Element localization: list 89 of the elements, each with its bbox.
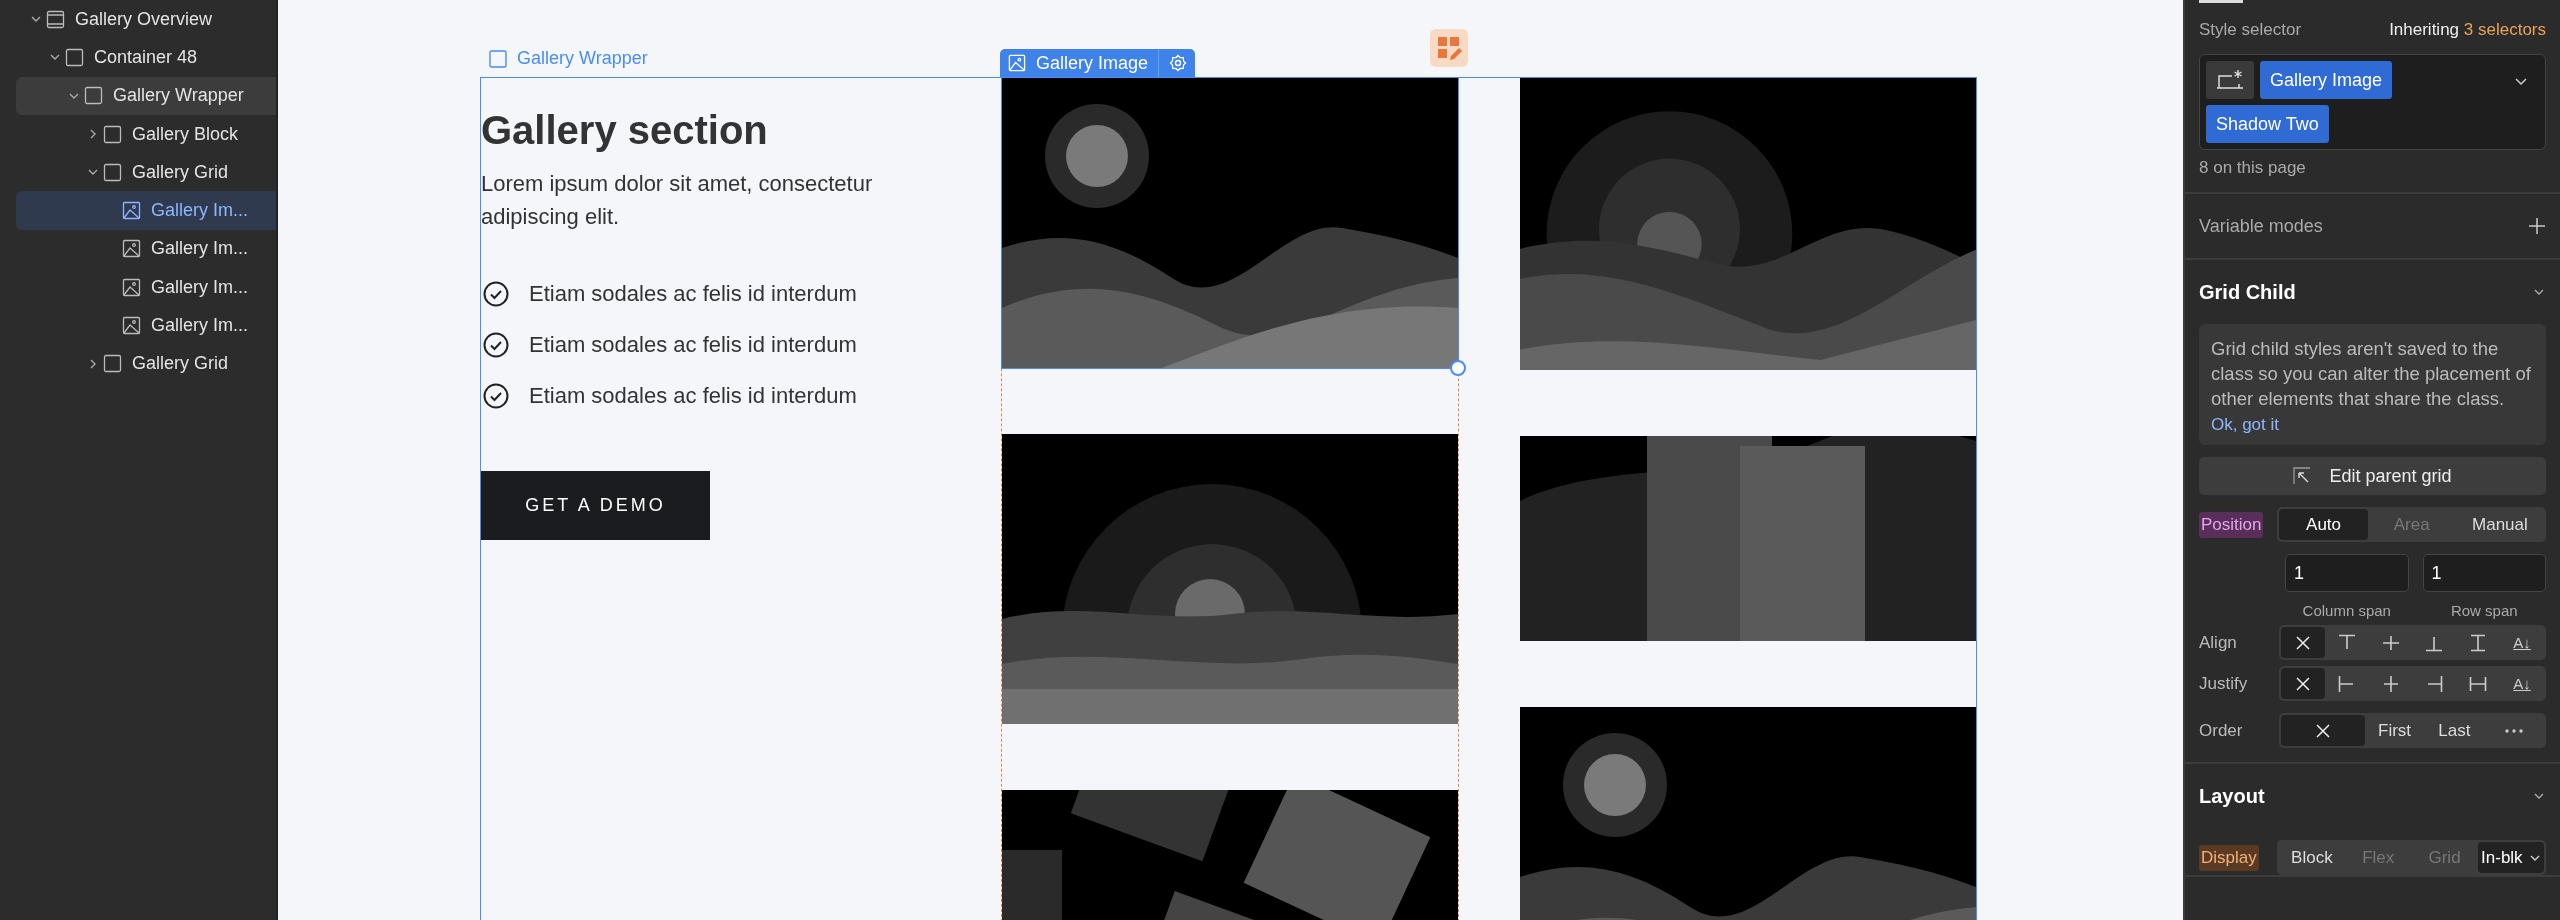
property-label: Align: [2199, 631, 2238, 654]
tree-item[interactable]: Gallery Wrapper: [16, 76, 276, 115]
section-label: Style selector: [2199, 20, 2302, 41]
property-label: Display: [2199, 844, 2259, 871]
segment-option[interactable]: Last: [2424, 715, 2485, 746]
property-label: Order: [2199, 719, 2244, 742]
selector-tag[interactable]: Shadow Two: [2206, 105, 2329, 143]
display-dropdown[interactable]: In-blk: [2477, 842, 2544, 873]
number-field[interactable]: 1: [2422, 554, 2546, 592]
tree-item[interactable]: Gallery Im...: [16, 306, 276, 345]
none-align-icon[interactable]: [2281, 627, 2325, 658]
resize-handle[interactable]: [1450, 360, 1466, 376]
active-tab-indicator: [2199, 0, 2243, 3]
more-icon: [2504, 727, 2525, 734]
rectangles-illustration[interactable]: [1520, 436, 1976, 641]
property-label: Position: [2199, 511, 2264, 538]
feature-text: Etiam sodales ac felis id interdum: [529, 383, 857, 409]
selector-field[interactable]: Gallery Image Shadow Two: [2199, 54, 2546, 150]
element-label: Gallery Image: [1036, 52, 1149, 74]
tree-item[interactable]: Gallery Block: [16, 114, 276, 154]
segment-option[interactable]: Block: [2278, 842, 2346, 873]
tree-item-label: Gallery Grid: [132, 161, 229, 183]
baseline-option[interactable]: A↓: [2500, 627, 2544, 658]
info-text: Grid child styles aren't saved to the class so you can alter the placement of other elements that share the class.: [2211, 337, 2532, 411]
none-option[interactable]: [2281, 715, 2365, 746]
landscape-illustration[interactable]: [1002, 78, 1458, 368]
edit-grid-button[interactable]: Edit parent grid: [2199, 457, 2546, 495]
box-icon: [103, 354, 122, 374]
box-icon: [84, 86, 103, 106]
image-icon: [122, 239, 141, 259]
tree-item-label: Gallery Block: [132, 123, 239, 145]
tree-item[interactable]: Gallery Im...: [16, 191, 276, 230]
segment-option[interactable]: First: [2364, 715, 2425, 746]
section-icon: [46, 9, 65, 29]
baseline-option[interactable]: A↓: [2500, 668, 2544, 699]
landscape-illustration[interactable]: [1520, 707, 1976, 920]
feature-text: Etiam sodales ac felis id interdum: [529, 281, 857, 307]
box-icon: [103, 162, 122, 182]
image-icon: [1008, 54, 1026, 72]
property-label: Justify: [2199, 672, 2249, 695]
tree-item[interactable]: Gallery Im...: [16, 268, 276, 307]
image-icon: [122, 201, 141, 221]
section-title: Layout: [2199, 784, 2265, 808]
tree-item-label: Gallery Overview: [75, 8, 213, 30]
section-title: Grid Child: [2199, 280, 2296, 304]
inheriting-text: Inheriting 3 selectors: [2389, 20, 2546, 41]
segment-option[interactable]: Manual: [2455, 509, 2544, 540]
tree-item[interactable]: Gallery Grid: [16, 344, 276, 383]
box-icon: [489, 49, 507, 68]
tree-item-label: Container 48: [94, 46, 198, 68]
tree-item-label: Gallery Im...: [151, 200, 248, 222]
segment-option[interactable]: Auto: [2279, 509, 2368, 540]
section-label: Variable modes: [2199, 215, 2323, 237]
landscape-illustration[interactable]: [1002, 434, 1458, 724]
tree-item[interactable]: Container 48: [16, 38, 276, 77]
add-icon[interactable]: [2528, 217, 2546, 235]
image-icon: [122, 277, 141, 297]
tree-item-label: Gallery Im...: [151, 276, 248, 298]
usage-count: 8 on this page: [2199, 157, 2307, 179]
box-icon: [103, 124, 122, 144]
check-circle-icon: [483, 383, 509, 409]
field-caption: Row span: [2450, 602, 2518, 619]
check-circle-icon: [483, 281, 509, 307]
tree-item-label: Gallery Grid: [132, 353, 229, 375]
settings-icon[interactable]: [1169, 54, 1188, 72]
tree-item-label: Gallery Im...: [151, 238, 248, 260]
section-heading: Gallery section: [481, 108, 769, 153]
tree-item-label: Gallery Wrapper: [113, 85, 244, 107]
element-tag[interactable]: Gallery Image: [1000, 49, 1196, 77]
arrow-box-icon: [2293, 467, 2312, 485]
dismiss-link[interactable]: Ok, got it: [2211, 415, 2280, 435]
field-caption: Column span: [2302, 602, 2391, 619]
check-circle-icon: [483, 332, 509, 358]
tree-item-label: Gallery Im...: [151, 315, 248, 336]
tree-item[interactable]: Gallery Im...: [16, 229, 276, 269]
intro-paragraph: Lorem ipsum dolor sit amet, consectetur adipiscing elit.: [481, 170, 874, 231]
grid-edit-icon[interactable]: [1430, 29, 1468, 67]
selector-tag[interactable]: Gallery Image: [2260, 61, 2393, 99]
element-label: Gallery Wrapper: [517, 48, 648, 69]
tree-item[interactable]: Gallery Grid: [16, 153, 276, 192]
selector-icon[interactable]: [2206, 61, 2254, 99]
demo-button[interactable]: GET A DEMO: [481, 471, 710, 540]
feature-text: Etiam sodales ac felis id interdum: [529, 332, 857, 358]
number-field[interactable]: 1: [2285, 554, 2409, 592]
box-icon: [65, 47, 84, 67]
image-icon: [122, 316, 141, 335]
none-justify-icon[interactable]: [2281, 668, 2325, 699]
landscape-illustration[interactable]: [1520, 78, 1976, 370]
tree-item[interactable]: Gallery Overview: [16, 0, 276, 39]
